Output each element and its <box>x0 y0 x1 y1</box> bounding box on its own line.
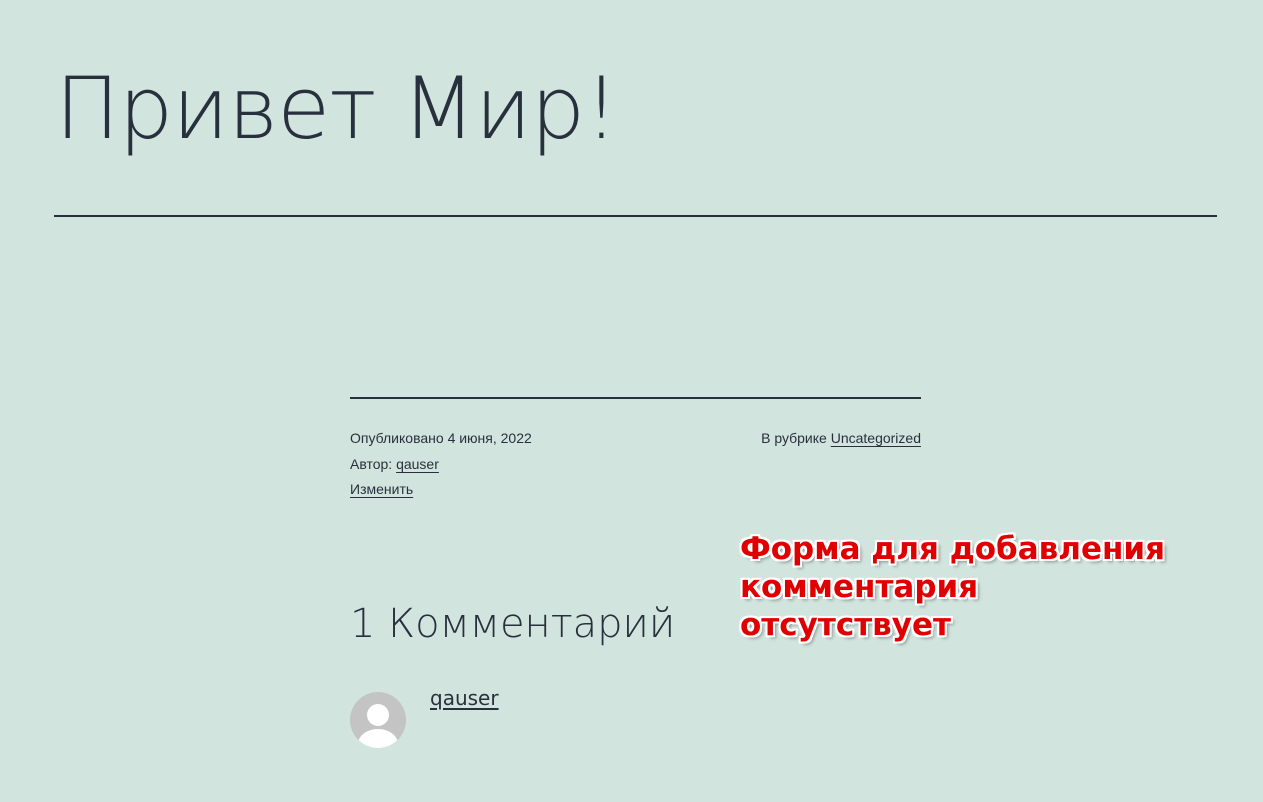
entry-footer: Опубликовано 4 июня, 2022 Автор: qauser … <box>350 426 921 503</box>
author-prefix: Автор: <box>350 455 397 472</box>
category-prefix: В рубрике <box>761 430 831 446</box>
default-avatar-icon <box>350 692 406 748</box>
post-title: Привет Мир! <box>55 59 619 159</box>
published-date: 4 июня, 2022 <box>447 430 532 446</box>
category-link[interactable]: Uncategorized <box>831 430 921 446</box>
annotation-line: Форма для добавления <box>740 531 1166 567</box>
comments-title: 1 Комментарий <box>350 601 676 647</box>
posted-on: Опубликовано 4 июня, 2022 <box>350 426 532 452</box>
annotation-line: комментария <box>740 569 979 605</box>
cat-links: В рубрике Uncategorized <box>761 426 921 452</box>
annotation-note: Форма для добавления комментария отсутст… <box>740 530 1165 644</box>
annotation-line: отсутствует <box>740 607 951 643</box>
avatar-silhouette-icon <box>358 704 398 748</box>
category-meta: В рубрике Uncategorized <box>761 426 921 452</box>
author-link[interactable]: qauser <box>396 456 439 472</box>
post-meta: Опубликовано 4 июня, 2022 Автор: qauser … <box>350 426 532 503</box>
comment-author-link[interactable]: qauser <box>430 686 499 710</box>
published-prefix: Опубликовано <box>350 430 448 446</box>
edit-link[interactable]: Изменить <box>350 481 413 497</box>
byline: Автор: qauser <box>350 452 532 478</box>
title-separator <box>54 215 1217 217</box>
content-separator <box>350 397 921 399</box>
edit-line: Изменить <box>350 477 532 503</box>
